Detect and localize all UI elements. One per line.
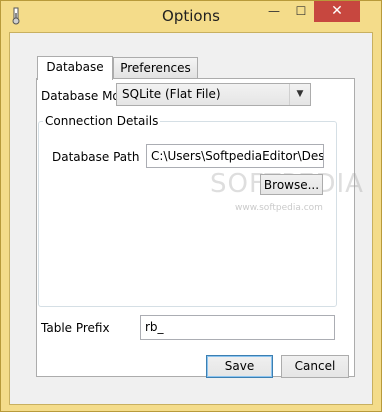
tab-preferences[interactable]: Preferences xyxy=(113,57,198,79)
cancel-button[interactable]: Cancel xyxy=(281,355,349,378)
database-path-label: Database Path xyxy=(52,150,140,164)
connection-details-title: Connection Details xyxy=(43,114,161,128)
table-prefix-input[interactable]: rb_ xyxy=(140,315,335,340)
database-mode-value: SQLite (Flat File) xyxy=(122,87,221,101)
browse-button[interactable]: Browse... xyxy=(260,174,323,195)
options-window: Options — ☐ ✕ Preferences Database Datab… xyxy=(0,0,382,412)
tab-database[interactable]: Database xyxy=(37,56,113,80)
softpedia-url-watermark: www.softpedia.com xyxy=(235,203,323,213)
maximize-button[interactable]: ☐ xyxy=(288,1,314,22)
database-mode-dropdown[interactable]: SQLite (Flat File) ▼ xyxy=(116,83,311,106)
client-area: Preferences Database Database Mode SQLit… xyxy=(9,32,373,405)
title-bar[interactable]: Options — ☐ ✕ xyxy=(1,1,381,31)
database-path-value: C:\Users\SoftpediaEditor\Desktop xyxy=(151,149,324,163)
close-button[interactable]: ✕ xyxy=(314,1,360,22)
chevron-down-icon[interactable]: ▼ xyxy=(289,84,310,105)
database-path-input[interactable]: C:\Users\SoftpediaEditor\Desktop xyxy=(146,144,324,168)
save-button[interactable]: Save xyxy=(206,355,273,378)
table-prefix-value: rb_ xyxy=(145,320,164,334)
minimize-button[interactable]: — xyxy=(260,1,288,22)
table-prefix-label: Table Prefix xyxy=(41,321,110,335)
